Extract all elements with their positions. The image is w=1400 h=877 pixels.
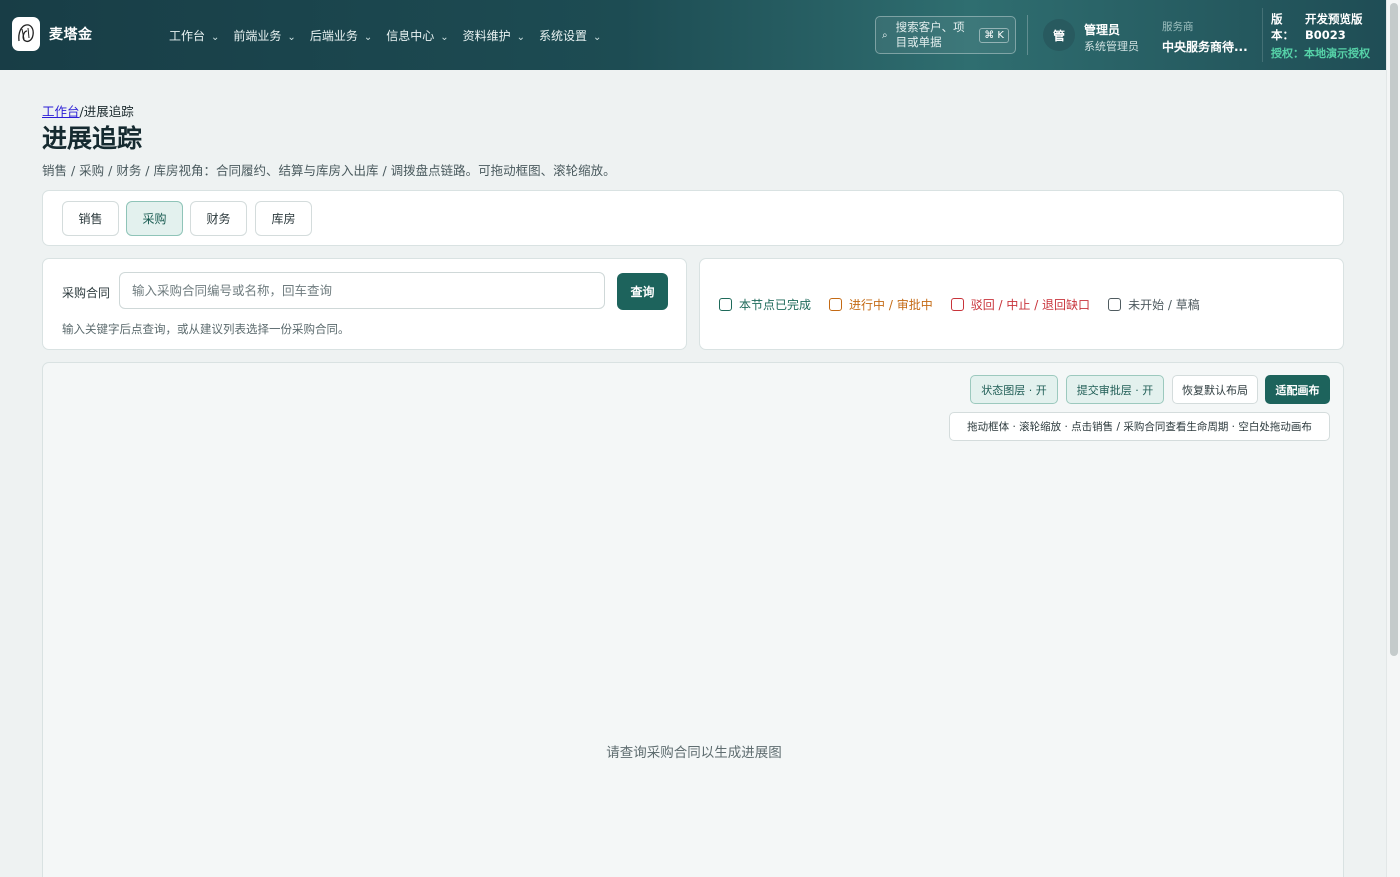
global-search-button[interactable]: ⌕ 搜索客户、项目或单据 ⌘ K	[875, 16, 1016, 54]
nav-item-backend[interactable]: 后端业务 ⌄	[310, 27, 372, 44]
contract-search-input[interactable]	[119, 272, 605, 309]
legend-swatch	[719, 298, 732, 311]
license-info: 授权：本地演示授权	[1271, 45, 1370, 61]
license-value: 本地演示授权	[1304, 47, 1370, 60]
page-scrollbar[interactable]	[1386, 0, 1400, 877]
license-label: 授权：	[1271, 47, 1304, 60]
top-bar: 麦塔金 工作台 ⌄ 前端业务 ⌄ 后端业务 ⌄ 信息中心 ⌄ 资料维护 ⌄ 系统…	[0, 0, 1386, 70]
legend-label: 未开始 / 草稿	[1128, 298, 1200, 312]
main-nav: 工作台 ⌄ 前端业务 ⌄ 后端业务 ⌄ 信息中心 ⌄ 资料维护 ⌄ 系统设置 ⌄	[169, 27, 615, 44]
nav-item-system-settings[interactable]: 系统设置 ⌄	[539, 27, 601, 44]
chevron-down-icon: ⌄	[363, 32, 373, 43]
legend-swatch	[1108, 298, 1122, 311]
legend-item-completed: 本节点已完成	[719, 296, 811, 313]
service-provider-label: 服务商	[1162, 21, 1194, 33]
version-info: 版本： 开发预览版 B0023	[1271, 11, 1371, 43]
status-legend: 本节点已完成 进行中 / 审批中 驳回 / 中止 / 退回缺口 未开始 / 草稿	[719, 296, 1218, 313]
brand-name: 麦塔金	[49, 27, 93, 43]
progress-canvas[interactable]: 状态图层 · 开 提交审批层 · 开 恢复默认布局 适配画布 拖动框体 · 滚轮…	[42, 362, 1344, 877]
chevron-down-icon: ⌄	[287, 32, 296, 43]
user-name[interactable]: 管理员	[1084, 21, 1120, 38]
nav-item-label: 系统设置	[539, 29, 588, 43]
page-description: 销售 / 采购 / 财务 / 库房视角：合同履约、结算与库房入出库 / 调拨盘点…	[42, 163, 616, 178]
legend-label: 驳回 / 中止 / 退回缺口	[970, 298, 1091, 312]
version-value: 开发预览版 B0023	[1305, 12, 1363, 42]
breadcrumb-current: 进展追踪	[83, 104, 134, 119]
legend-item-not-started: 未开始 / 草稿	[1108, 296, 1200, 313]
chevron-down-icon: ⌄	[516, 32, 526, 43]
tab-finance[interactable]: 财务	[190, 201, 247, 236]
divider	[1262, 8, 1263, 62]
nav-item-label: 信息中心	[386, 29, 435, 43]
tab-warehouse[interactable]: 库房	[255, 201, 312, 236]
nav-item-workbench[interactable]: 工作台 ⌄	[169, 27, 219, 44]
breadcrumb-home-link[interactable]: 工作台	[42, 104, 80, 119]
legend-swatch	[829, 298, 843, 311]
query-hint: 输入关键字后点查询，或从建议列表选择一份采购合同。	[62, 322, 350, 336]
legend-label: 进行中 / 审批中	[849, 298, 933, 312]
status-layer-toggle[interactable]: 状态图层 · 开	[970, 375, 1058, 404]
logo-icon[interactable]	[12, 17, 40, 51]
shortcut-hint: ⌘ K	[979, 27, 1009, 43]
nav-item-data-maintenance[interactable]: 资料维护 ⌄	[463, 27, 525, 44]
contract-query-card: 采购合同 查询 输入关键字后点查询，或从建议列表选择一份采购合同。	[42, 258, 687, 350]
query-button[interactable]: 查询	[617, 273, 668, 310]
version-label: 版本：	[1271, 12, 1294, 42]
nav-item-frontend[interactable]: 前端业务 ⌄	[233, 27, 295, 44]
nav-item-label: 前端业务	[233, 29, 282, 43]
search-placeholder: 搜索客户、项目或单据	[895, 20, 965, 49]
contract-field-label: 采购合同	[62, 286, 111, 300]
divider	[1027, 15, 1028, 55]
status-legend-card: 本节点已完成 进行中 / 审批中 驳回 / 中止 / 退回缺口 未开始 / 草稿	[699, 258, 1344, 350]
legend-item-rejected: 驳回 / 中止 / 退回缺口	[950, 296, 1091, 313]
approval-layer-toggle[interactable]: 提交审批层 · 开	[1066, 375, 1164, 404]
nav-item-label: 后端业务	[309, 29, 358, 43]
scrollbar-thumb[interactable]	[1390, 3, 1398, 656]
tab-purchase[interactable]: 采购	[126, 201, 183, 236]
page-title: 进展追踪	[42, 124, 143, 153]
chevron-down-icon: ⌄	[211, 32, 220, 43]
avatar[interactable]: 管	[1043, 19, 1075, 51]
nav-item-info-center[interactable]: 信息中心 ⌄	[386, 27, 448, 44]
fit-canvas-button[interactable]: 适配画布	[1265, 375, 1330, 404]
legend-item-in-progress: 进行中 / 审批中	[829, 296, 933, 313]
chevron-down-icon: ⌄	[593, 32, 602, 43]
legend-swatch	[950, 298, 964, 311]
empty-state-message: 请查询采购合同以生成进展图	[606, 745, 782, 761]
breadcrumb: 工作台/进展追踪	[42, 101, 134, 120]
search-icon: ⌕	[882, 29, 888, 41]
legend-label: 本节点已完成	[739, 298, 812, 312]
nav-item-label: 工作台	[169, 29, 206, 43]
tab-sales[interactable]: 销售	[62, 201, 119, 236]
user-role: 系统管理员	[1084, 40, 1139, 53]
nav-item-label: 资料维护	[462, 29, 511, 43]
chevron-down-icon: ⌄	[440, 32, 449, 43]
view-tabs-card: 销售 采购 财务 库房	[42, 190, 1344, 246]
reset-layout-button[interactable]: 恢复默认布局	[1172, 375, 1258, 404]
canvas-usage-tip: 拖动框体 · 滚轮缩放 · 点击销售 / 采购合同查看生命周期 · 空白处拖动画…	[949, 412, 1330, 441]
service-provider-value[interactable]: 中央服务商待...	[1162, 38, 1248, 55]
